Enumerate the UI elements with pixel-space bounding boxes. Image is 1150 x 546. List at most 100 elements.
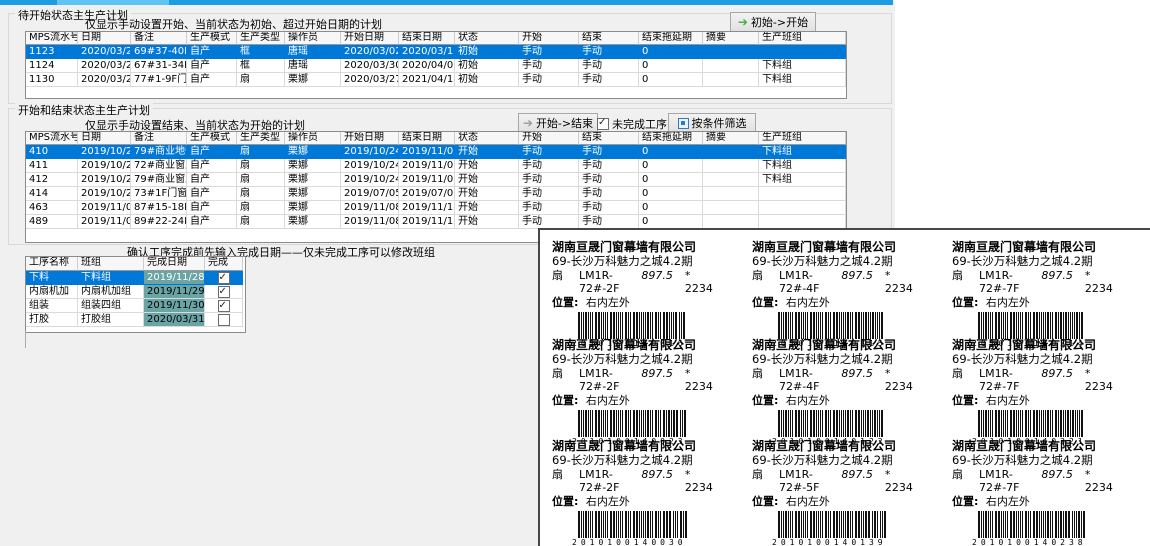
init-to-start-label: 初始->开始: [751, 14, 808, 30]
grid-cell: 工序名称: [26, 257, 78, 271]
process-row[interactable]: 组装组装四组2019/11/30: [26, 299, 245, 313]
grid-cell: 开始: [455, 201, 519, 215]
grid-cell: 2019/07/05: [399, 187, 455, 201]
grid-cell: 手动: [519, 173, 579, 187]
grid-cell: 自产: [187, 201, 237, 215]
barcode-image: [978, 410, 1116, 437]
done-checkbox[interactable]: [218, 272, 230, 284]
project-name: 69-长沙万科魅力之城4.2期: [952, 454, 1116, 467]
done-checkbox[interactable]: [218, 300, 230, 312]
grid-cell: 2019/10/24: [341, 159, 399, 173]
grid-cell: 摘要: [703, 132, 759, 145]
table-row[interactable]: 11242020/03/2667#31-34F门框自产框唐瑶2020/03/30…: [26, 59, 846, 73]
model-code: LM1R-72#-2F: [579, 367, 641, 393]
done-checkbox[interactable]: [218, 314, 230, 326]
grid-cell: 414: [26, 187, 78, 201]
grid-cell: [759, 187, 846, 201]
grid-cell: 手动: [579, 145, 639, 159]
width-value: 897.5: [1041, 468, 1073, 481]
project-name: 69-长沙万科魅力之城4.2期: [952, 353, 1116, 366]
table-row[interactable]: 4122019/10/2479#商业窗扇自产扇栗娜2019/10/242019/…: [26, 173, 846, 187]
grid-cell: 0: [639, 215, 703, 229]
grid-cell: 日期: [78, 132, 131, 145]
panel-edge-line: [25, 331, 26, 348]
grid-cell: 463: [26, 201, 78, 215]
grid-cell: 扇: [237, 73, 285, 87]
grid-cell: 开始日期: [341, 32, 399, 45]
table-row[interactable]: 4112019/10/2472#商业窗扇自产扇栗娜2019/10/242019/…: [26, 159, 846, 173]
grid-cell: 开始: [455, 145, 519, 159]
grid-cell: 手动: [579, 215, 639, 229]
company-name: 湖南亘晟门窗幕墙有限公司: [552, 338, 716, 352]
grid-cell: 手动: [579, 59, 639, 73]
grid-header-row: MPS流水号日期备注生产模式生产类型操作员开始日期结束日期状态开始结束结束拖延期…: [26, 132, 846, 145]
grid-cell: [703, 187, 759, 201]
grid-cell: 73#1F门窗扇: [131, 187, 187, 201]
process-row[interactable]: 下料下料组2019/11/28: [26, 271, 245, 285]
grid-cell: 栗娜: [285, 201, 341, 215]
table-row[interactable]: 11302020/03/2777#1-9F门扇自产扇栗娜2020/03/2720…: [26, 73, 846, 87]
started-plans-table[interactable]: MPS流水号日期备注生产模式生产类型操作员开始日期结束日期状态开始结束结束拖延期…: [25, 131, 847, 243]
grid-cell: 2020/03/30: [341, 59, 399, 73]
position-value: 右内左外: [586, 296, 630, 309]
width-value: 897.5: [841, 367, 873, 380]
spec-row: 扇 LM1R-72#-7F 897.5 * 2234: [952, 269, 1116, 295]
barcode-image: [578, 511, 716, 538]
grid-cell: 2019/11/18: [399, 201, 455, 215]
done-checkbox[interactable]: [218, 286, 230, 298]
grid-cell: 2019/11/01: [78, 201, 131, 215]
table-row[interactable]: 4102019/10/2479#商业地弹…自产扇栗娜2019/10/242019…: [26, 145, 846, 159]
grid-cell: 生产类型: [237, 132, 285, 145]
table-row[interactable]: 4142019/10/2473#1F门窗扇自产扇栗娜2019/07/052019…: [26, 187, 846, 201]
grid-cell: 2020/03/26: [78, 59, 131, 73]
barcode-image: [778, 410, 916, 437]
position-label: 位置:: [952, 296, 978, 309]
grid-cell: 2019/11/02: [399, 159, 455, 173]
process-row[interactable]: 内扇机加内扇机加组2019/11/29: [26, 285, 245, 299]
position-value: 右内左外: [986, 394, 1030, 407]
grid-cell: MPS流水号: [26, 132, 78, 145]
grid-cell: 2019/11/30: [144, 299, 205, 313]
start-to-finish-button[interactable]: ➔ 开始->结束: [518, 113, 598, 133]
unfinished-process-checkbox[interactable]: 未完成工序: [597, 116, 667, 132]
position-value: 右内左外: [786, 495, 830, 508]
grid-cell: 框: [237, 45, 285, 59]
project-name: 69-长沙万科魅力之城4.2期: [752, 454, 916, 467]
product-type: 扇: [552, 269, 563, 282]
product-type: 扇: [952, 468, 963, 481]
company-name: 湖南亘晟门窗幕墙有限公司: [752, 338, 916, 352]
table-row[interactable]: 4892019/11/0889#22-24F窗扇自产扇栗娜2019/11/082…: [26, 215, 846, 229]
grid-cell: 组装: [26, 299, 78, 313]
grid-cell: 69#37-40F门框: [131, 45, 187, 59]
position-row: 位置: 右内左外: [952, 495, 1116, 508]
grid-cell: 2019/11/08: [341, 215, 399, 229]
process-completion-table[interactable]: 工序名称班组完成日期完成下料下料组2019/11/28内扇机加内扇机加组2019…: [25, 256, 246, 333]
grid-cell: 自产: [187, 215, 237, 229]
table-row[interactable]: 4632019/11/0187#15-18F窗扇自产扇栗娜2019/11/082…: [26, 201, 846, 215]
filter-by-condition-button[interactable]: 按条件筛选: [668, 113, 756, 133]
grid-cell: 手动: [579, 201, 639, 215]
position-label: 位置:: [552, 495, 578, 508]
project-name: 69-长沙万科魅力之城4.2期: [752, 353, 916, 366]
grid-cell: 自产: [187, 187, 237, 201]
position-label: 位置:: [752, 495, 778, 508]
product-type: 扇: [952, 269, 963, 282]
grid-cell: 结束: [579, 32, 639, 45]
grid-cell: [703, 45, 759, 59]
pending-start-table[interactable]: MPS流水号日期备注生产模式生产类型操作员开始日期结束日期状态开始结束结束拖延期…: [25, 31, 847, 99]
position-label: 位置:: [952, 495, 978, 508]
checkbox-box: [597, 118, 609, 130]
grid-cell: 扇: [237, 145, 285, 159]
grid-cell: 栗娜: [285, 145, 341, 159]
init-to-start-button[interactable]: ➔ 初始->开始: [730, 12, 816, 32]
grid-cell: [703, 215, 759, 229]
grid-cell: 组装四组: [78, 299, 144, 313]
grid-cell: 操作员: [285, 132, 341, 145]
grid-cell: 2019/11/02: [399, 173, 455, 187]
process-row[interactable]: 打胶打胶组2020/03/31: [26, 313, 245, 327]
grid-cell: 开始: [519, 132, 579, 145]
grid-cell: 手动: [519, 201, 579, 215]
position-row: 位置: 右内左外: [752, 296, 916, 309]
grid-cell: 手动: [519, 145, 579, 159]
table-row[interactable]: 11232020/03/2669#37-40F门框自产框唐瑶2020/03/02…: [26, 45, 846, 59]
